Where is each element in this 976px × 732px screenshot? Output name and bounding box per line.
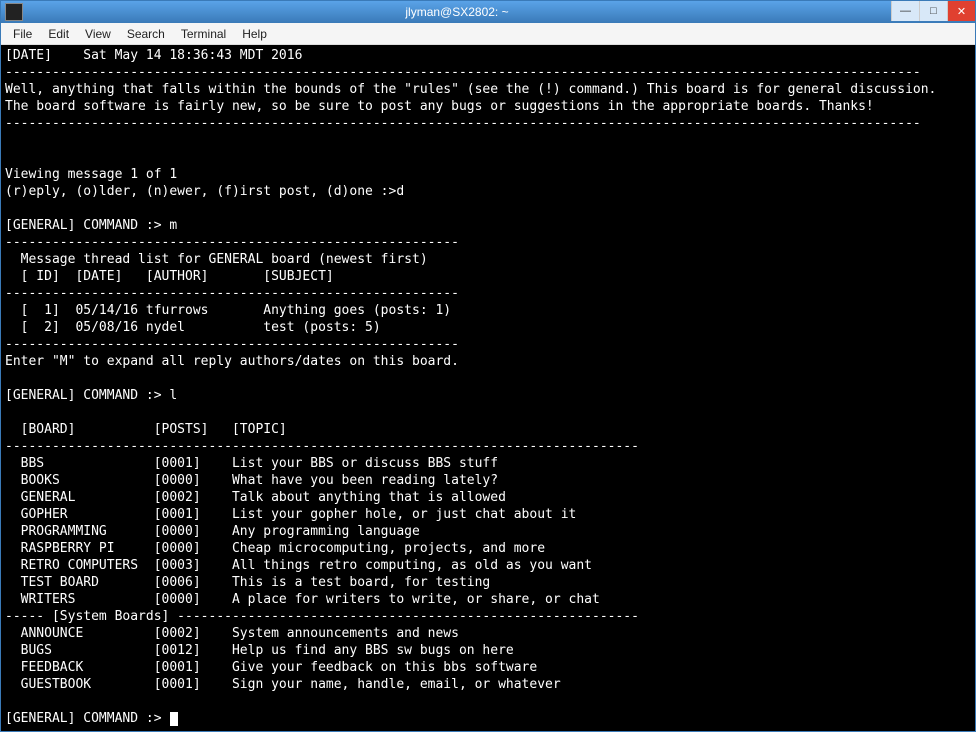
line-expand-hint: Enter "M" to expand all reply authors/da… <box>5 354 459 369</box>
menu-help[interactable]: Help <box>234 25 275 43</box>
line-sep3: ----------------------------------------… <box>5 235 459 250</box>
cursor-icon <box>170 712 178 726</box>
menu-file[interactable]: File <box>5 25 40 43</box>
terminal-output[interactable]: [DATE] Sat May 14 18:36:43 MDT 2016 ----… <box>1 45 975 731</box>
window-title: jlyman@SX2802: ~ <box>23 5 891 19</box>
line-viewing: Viewing message 1 of 1 <box>5 167 177 182</box>
line-cmd-l: [GENERAL] COMMAND :> l <box>5 388 177 403</box>
app-window: jlyman@SX2802: ~ — □ ✕ File Edit View Se… <box>0 0 976 732</box>
menu-search[interactable]: Search <box>119 25 173 43</box>
line-sep: ----------------------------------------… <box>5 65 921 80</box>
line-board-bugs: BUGS [0012] Help us find any BBS sw bugs… <box>5 643 514 658</box>
line-board-feedback: FEEDBACK [0001] Give your feedback on th… <box>5 660 537 675</box>
line-sep2: ----------------------------------------… <box>5 116 921 131</box>
line-board-books: BOOKS [0000] What have you been reading … <box>5 473 498 488</box>
line-board-guestbook: GUESTBOOK [0001] Sign your name, handle,… <box>5 677 561 692</box>
line-board-cols: [BOARD] [POSTS] [TOPIC] <box>5 422 287 437</box>
menu-view[interactable]: View <box>77 25 119 43</box>
menubar: File Edit View Search Terminal Help <box>1 23 975 45</box>
line-board-retro: RETRO COMPUTERS [0003] All things retro … <box>5 558 592 573</box>
line-board-prog: PROGRAMMING [0000] Any programming langu… <box>5 524 420 539</box>
line-cmd-m: [GENERAL] COMMAND :> m <box>5 218 177 233</box>
line-board-gopher: GOPHER [0001] List your gopher hole, or … <box>5 507 576 522</box>
line-msg1: Well, anything that falls within the bou… <box>5 82 936 97</box>
line-sep4: ----------------------------------------… <box>5 286 459 301</box>
line-date: [DATE] Sat May 14 18:36:43 MDT 2016 <box>5 48 302 63</box>
menu-terminal[interactable]: Terminal <box>173 25 234 43</box>
line-board-bbs: BBS [0001] List your BBS or discuss BBS … <box>5 456 498 471</box>
app-icon <box>5 3 23 21</box>
line-board-rpi: RASPBERRY PI [0000] Cheap microcomputing… <box>5 541 545 556</box>
titlebar: jlyman@SX2802: ~ — □ ✕ <box>1 1 975 23</box>
close-button[interactable]: ✕ <box>947 1 975 21</box>
line-board-announce: ANNOUNCE [0002] System announcements and… <box>5 626 459 641</box>
minimize-button[interactable]: — <box>891 1 919 21</box>
line-thread-header: Message thread list for GENERAL board (n… <box>5 252 428 267</box>
line-thread-1: [ 1] 05/14/16 tfurrows Anything goes (po… <box>5 303 451 318</box>
line-thread-cols: [ ID] [DATE] [AUTHOR] [SUBJECT] <box>5 269 334 284</box>
menu-edit[interactable]: Edit <box>40 25 77 43</box>
maximize-button[interactable]: □ <box>919 1 947 21</box>
line-sep5: ----------------------------------------… <box>5 337 459 352</box>
line-board-writers: WRITERS [0000] A place for writers to wr… <box>5 592 600 607</box>
line-cmd-prompt: [GENERAL] COMMAND :> <box>5 711 162 726</box>
line-msg2: The board software is fairly new, so be … <box>5 99 874 114</box>
line-nav: (r)eply, (o)lder, (n)ewer, (f)irst post,… <box>5 184 404 199</box>
line-thread-2: [ 2] 05/08/16 nydel test (posts: 5) <box>5 320 381 335</box>
window-controls: — □ ✕ <box>891 1 975 23</box>
line-sep6: ----------------------------------------… <box>5 439 639 454</box>
line-sys-sep: ----- [System Boards] ------------------… <box>5 609 639 624</box>
line-board-general: GENERAL [0002] Talk about anything that … <box>5 490 506 505</box>
line-board-test: TEST BOARD [0006] This is a test board, … <box>5 575 490 590</box>
